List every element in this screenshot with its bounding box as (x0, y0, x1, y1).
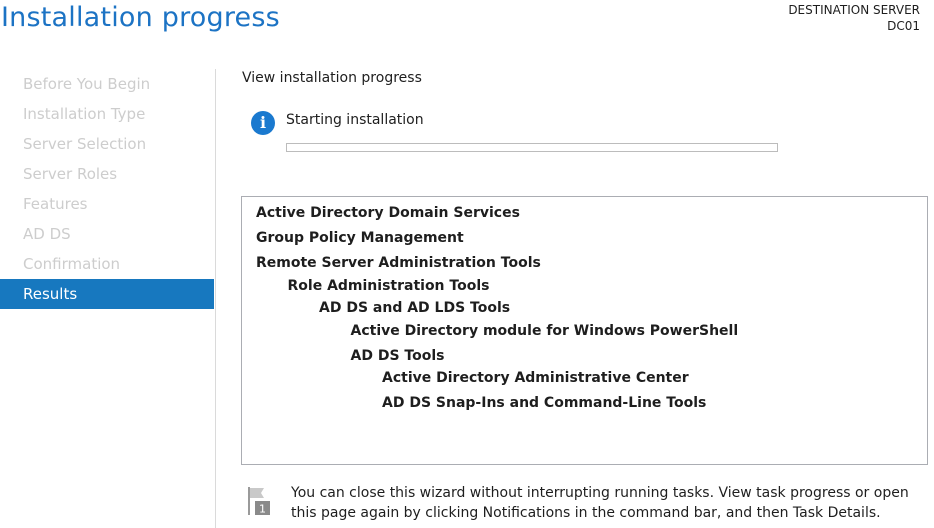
flag-icon: 1 (246, 485, 272, 517)
section-title: View installation progress (242, 70, 422, 86)
nav-item-before-you-begin: Before You Begin (23, 75, 151, 93)
destination-server-name: DC01 (887, 19, 920, 33)
nav-item-ad-ds: AD DS (23, 225, 71, 243)
nav-item-features: Features (23, 195, 88, 213)
wizard-close-note: You can close this wizard without interr… (291, 485, 909, 521)
feature-item: Remote Server Administration Tools (256, 255, 541, 271)
nav-item-server-roles: Server Roles (23, 165, 118, 183)
features-results-list[interactable]: Active Directory Domain Services Group P… (241, 196, 928, 465)
installation-progress-bar (286, 143, 778, 152)
feature-item: AD DS and AD LDS Tools (319, 300, 511, 316)
nav-item-installation-type: Installation Type (23, 105, 146, 123)
wizard-navigation: Before You Begin Installation Type Serve… (0, 69, 214, 309)
nav-divider (215, 69, 216, 528)
nav-item-confirmation: Confirmation (23, 255, 121, 273)
destination-server: DESTINATION SERVER DC01 (788, 2, 920, 34)
status-text: Starting installation (286, 112, 424, 128)
nav-item-server-selection: Server Selection (23, 135, 147, 153)
page-title: Installation progress (1, 2, 280, 33)
notification-badge: 1 (259, 503, 266, 516)
feature-item: Active Directory Administrative Center (382, 370, 689, 386)
feature-item: Group Policy Management (256, 230, 464, 246)
feature-item: AD DS Tools (350, 348, 445, 364)
feature-item: AD DS Snap-Ins and Command-Line Tools (382, 395, 707, 411)
nav-item-results[interactable]: Results (0, 279, 214, 309)
installation-progress-page: Installation progress DESTINATION SERVER… (0, 0, 934, 528)
info-icon: i (251, 111, 275, 135)
destination-server-label: DESTINATION SERVER (788, 3, 920, 17)
feature-item: Active Directory Domain Services (256, 205, 520, 221)
feature-item: Role Administration Tools (287, 278, 490, 294)
feature-item: Active Directory module for Windows Powe… (350, 323, 739, 339)
